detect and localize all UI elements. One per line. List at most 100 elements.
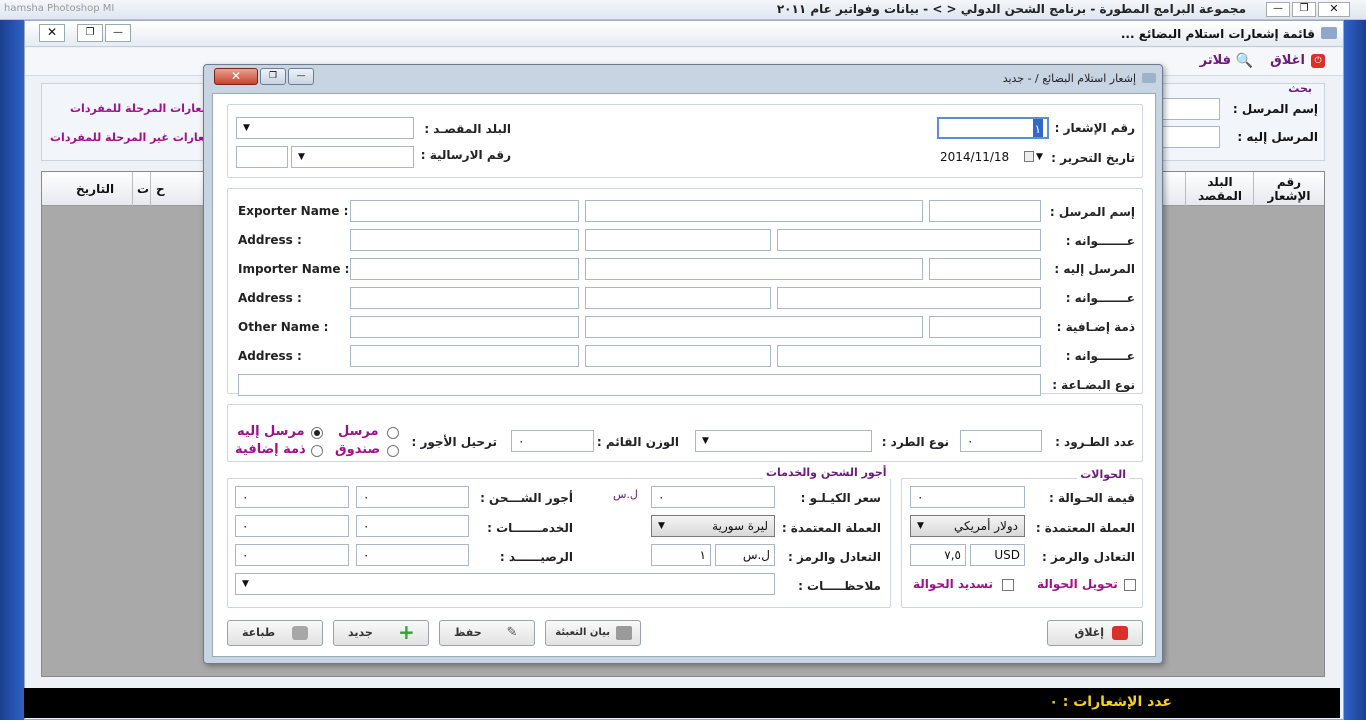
radio-other[interactable]: [311, 445, 323, 457]
transfer-code-input[interactable]: USD: [970, 544, 1025, 566]
importer-address-en-label: Address :: [238, 291, 302, 305]
services-input-2[interactable]: ٠: [235, 515, 349, 537]
shipment-no-select[interactable]: ▼: [291, 146, 414, 168]
desktop-right-strip: [1344, 20, 1366, 720]
transfer-convert-checkbox[interactable]: [1124, 579, 1136, 591]
header-dest-country[interactable]: البلد المقصد: [1192, 175, 1248, 203]
importer-code-input[interactable]: [929, 258, 1041, 280]
balance-input-1[interactable]: ٠: [356, 544, 469, 566]
dialog-close-action-button[interactable]: إغلاق: [1047, 620, 1143, 646]
balance-input-2[interactable]: ٠: [235, 544, 349, 566]
importer-address-en[interactable]: [350, 287, 579, 309]
other-address-1[interactable]: [777, 345, 1041, 367]
notice-no-input[interactable]: ١: [937, 117, 1049, 139]
app-restore-button[interactable]: ❐: [1292, 2, 1316, 17]
shipment-extra-input[interactable]: [236, 146, 288, 168]
radio-box-label: صندوق: [335, 442, 381, 457]
ship-fees-input-1[interactable]: ٠: [356, 486, 469, 508]
radio-sender-label: مرسل: [338, 424, 379, 439]
other-address-en[interactable]: [350, 345, 579, 367]
transfer-settle-checkbox[interactable]: [1002, 579, 1014, 591]
child-title: قائمة إشعارات استلام البضائع ...: [1120, 27, 1315, 41]
header-t[interactable]: ت: [137, 182, 149, 196]
kilo-price-input[interactable]: ٠: [651, 486, 775, 508]
ship-code-input[interactable]: ل.س: [715, 544, 775, 566]
other-en-label: Other Name :: [238, 320, 329, 334]
search-sender-label: إسم المرسل :: [1232, 102, 1318, 116]
importer-address-2[interactable]: [585, 287, 771, 309]
importer-name-input[interactable]: [350, 258, 579, 280]
sender-address-2[interactable]: [585, 229, 771, 251]
other-name-input[interactable]: [350, 316, 579, 338]
dialog-close-button[interactable]: ✕: [214, 68, 258, 85]
balance-label: الرصيــــــد :: [499, 550, 573, 564]
packages-input[interactable]: ٠: [960, 430, 1042, 452]
chevron-down-icon: ▼: [1036, 152, 1043, 162]
package-type-select[interactable]: ▼: [695, 430, 872, 452]
header-h[interactable]: ح: [156, 182, 165, 196]
notices-count: عدد الإشعارات : ٠: [1049, 694, 1172, 710]
dest-country-select[interactable]: ▼: [236, 117, 414, 139]
weight-label: الوزن القائم :: [596, 435, 679, 449]
radio-sender[interactable]: [387, 427, 399, 439]
sender-address-en[interactable]: [350, 229, 579, 251]
importer-name-ar-input[interactable]: [585, 258, 923, 280]
balance-value-1: ٠: [363, 548, 370, 562]
notice-no-label: رقم الإشعار :: [1054, 121, 1135, 135]
transfer-rate-input[interactable]: ٧,٥: [910, 544, 966, 566]
other-name-ar-input[interactable]: [585, 316, 923, 338]
header-divider: [1253, 172, 1254, 206]
child-minimize-button[interactable]: —: [105, 24, 131, 42]
app-minimize-button[interactable]: —: [1266, 2, 1290, 17]
ship-currency-select[interactable]: ▼ ليرة سورية: [651, 515, 775, 537]
goods-type-input[interactable]: [238, 374, 1041, 396]
radio-receiver[interactable]: [311, 427, 323, 439]
plus-icon: +: [398, 620, 415, 644]
new-button[interactable]: + جديد: [333, 620, 429, 646]
chevron-down-icon: ▼: [658, 521, 665, 531]
goods-type-label: نوع البضـاعة :: [1052, 378, 1135, 392]
date-picker[interactable]: 2014/11/18 ▼: [937, 146, 1049, 168]
notice-no-value: ١: [1032, 119, 1043, 137]
kilo-price-label: سعر الكيـلـو :: [800, 491, 881, 505]
dialog-minimize-button[interactable]: —: [288, 68, 314, 85]
toolbar-filters-button[interactable]: 🔍 فلاتر: [1183, 53, 1253, 71]
search-check2-label: إشعارات غير المرحلة للمفردات: [50, 131, 219, 144]
services-value-1: ٠: [363, 519, 370, 533]
transfer-currency-select[interactable]: ▼ دولار أمريكي: [910, 515, 1025, 537]
dialog-restore-button[interactable]: ❐: [260, 68, 286, 85]
radio-other-label: ذمة إضافية: [235, 442, 306, 457]
app-close-button[interactable]: ✕: [1318, 2, 1350, 17]
other-label: ذمة إضـافية :: [1056, 320, 1135, 334]
child-restore-button[interactable]: ❐: [77, 24, 103, 42]
sender-name-ar-input[interactable]: [585, 200, 923, 222]
sender-address-1[interactable]: [777, 229, 1041, 251]
app-title-bar: hamsha Photoshop MI مجموعة البرامج المطو…: [0, 0, 1366, 20]
chevron-down-icon: ▼: [243, 123, 250, 133]
exporter-name-input[interactable]: [350, 200, 579, 222]
transfer-value-input[interactable]: ٠: [910, 486, 1025, 508]
weight-input[interactable]: ٠: [511, 430, 594, 452]
child-close-button[interactable]: ✕: [39, 24, 65, 42]
ship-fees-input-2[interactable]: ٠: [235, 486, 349, 508]
sender-code-input[interactable]: [929, 200, 1041, 222]
packing-list-button[interactable]: بيان التعبئة: [545, 620, 641, 646]
toolbar-filters-label: فلاتر: [1199, 53, 1231, 68]
header-notice-no[interactable]: رقم الإشعار: [1260, 175, 1318, 203]
other-address-label: عـــــــوانه :: [1065, 349, 1135, 363]
other-address-2[interactable]: [585, 345, 771, 367]
dialog-title: إشعار استلام البضائع / - جديد: [1002, 72, 1136, 85]
radio-box[interactable]: [387, 445, 399, 457]
toolbar-close-button[interactable]: ⏻ اغلاق: [1265, 53, 1325, 71]
services-value-2: ٠: [242, 519, 249, 533]
ship-rate-input[interactable]: ١: [651, 544, 711, 566]
notes-select[interactable]: ▼: [235, 573, 775, 595]
header-date[interactable]: التاريخ: [76, 182, 114, 196]
save-button[interactable]: ✎ حفظ: [439, 620, 535, 646]
child-title-bar: قائمة إشعارات استلام البضائع ... ✕ ❐ —: [25, 21, 1343, 47]
services-input-1[interactable]: ٠: [356, 515, 469, 537]
other-code-input[interactable]: [929, 316, 1041, 338]
print-button[interactable]: طباعة: [227, 620, 323, 646]
freight-label: ترحيل الأجور :: [411, 435, 497, 449]
importer-address-1[interactable]: [777, 287, 1041, 309]
